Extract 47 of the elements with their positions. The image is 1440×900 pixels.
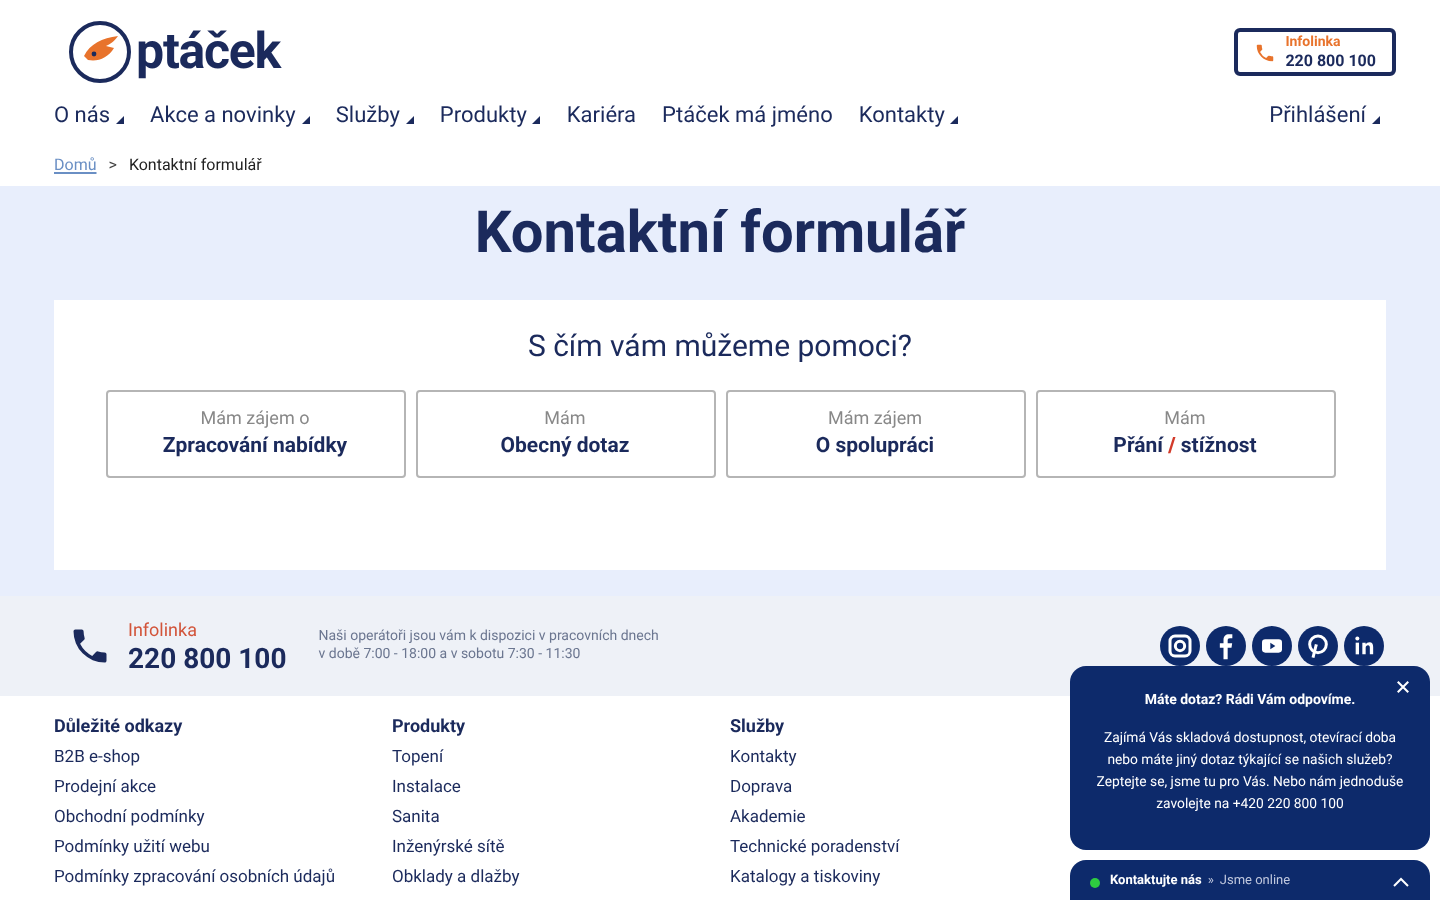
- nav-link[interactable]: Ptáček má jméno: [662, 99, 833, 133]
- option-button[interactable]: Mám Přání / stížnost: [1035, 390, 1335, 478]
- footer-heading: Důležité odkazy: [54, 716, 185, 742]
- bird-logo-icon: [68, 20, 132, 84]
- infoline-phone: 220 800 100: [128, 646, 287, 674]
- footer-link[interactable]: B2B e-shop: [54, 746, 392, 776]
- footer-heading: Produkty: [392, 716, 468, 742]
- phone-icon: [1253, 41, 1276, 63]
- play-icon[interactable]: [1252, 626, 1292, 666]
- pin-icon[interactable]: [1298, 626, 1338, 666]
- footer-heading: Služby: [730, 716, 787, 742]
- chevron-up-icon[interactable]: [1392, 876, 1410, 888]
- option-button[interactable]: Mám Obecný dotaz: [415, 390, 715, 478]
- breadcrumb-current: Kontaktní formulář: [128, 153, 262, 177]
- nav-link[interactable]: Akce a novinky: [150, 99, 310, 133]
- breadcrumb-separator: >: [108, 153, 117, 177]
- footer-link[interactable]: Topení: [392, 746, 730, 776]
- in-letter-icon[interactable]: [1344, 626, 1384, 666]
- footer-link[interactable]: Podmínky užití webu: [54, 836, 392, 866]
- login-link[interactable]: Přihlášení: [1269, 99, 1380, 133]
- footer-link[interactable]: Obklady a dlažby: [392, 866, 730, 896]
- footer-link[interactable]: Technické poradenství: [730, 836, 1068, 866]
- footer-link[interactable]: Obchodní podmínky: [54, 806, 392, 836]
- footer-link[interactable]: Sanita: [392, 806, 730, 836]
- camera-icon[interactable]: [1160, 626, 1200, 666]
- nav-link[interactable]: O nás: [54, 99, 125, 133]
- footer-link[interactable]: Katalogy a tiskoviny: [730, 866, 1068, 896]
- option-button[interactable]: Mám zájem o Zpracování nabídky: [105, 390, 405, 478]
- form-question: S čím vám můžeme pomoci?: [527, 326, 913, 368]
- logo-text[interactable]: ptáček: [136, 27, 281, 77]
- footer-link[interactable]: Doprava: [730, 776, 1068, 806]
- nav-link[interactable]: Kontakty: [858, 99, 959, 133]
- page-title: Kontaktní formulář: [474, 198, 966, 272]
- footer-link[interactable]: Prodejní akce: [54, 776, 392, 806]
- phone-icon: [68, 624, 112, 668]
- nav-link[interactable]: Produkty: [439, 99, 541, 133]
- footer-link[interactable]: Kontakty: [730, 746, 1068, 776]
- close-icon[interactable]: [1396, 680, 1410, 694]
- option-button[interactable]: Mám zájem O spolupráci: [725, 390, 1025, 478]
- nav-link[interactable]: Kariéra: [566, 99, 637, 133]
- footer-link[interactable]: Podmínky zpracování osobních údajů: [54, 866, 392, 896]
- nav-link[interactable]: Služby: [335, 99, 414, 133]
- footer-link[interactable]: Akademie: [730, 806, 1068, 836]
- f-letter-icon[interactable]: [1206, 626, 1246, 666]
- footer-link[interactable]: Inženýrské sítě: [392, 836, 730, 866]
- footer-link[interactable]: Instalace: [392, 776, 730, 806]
- infoline-label: Infolinka: [128, 620, 199, 646]
